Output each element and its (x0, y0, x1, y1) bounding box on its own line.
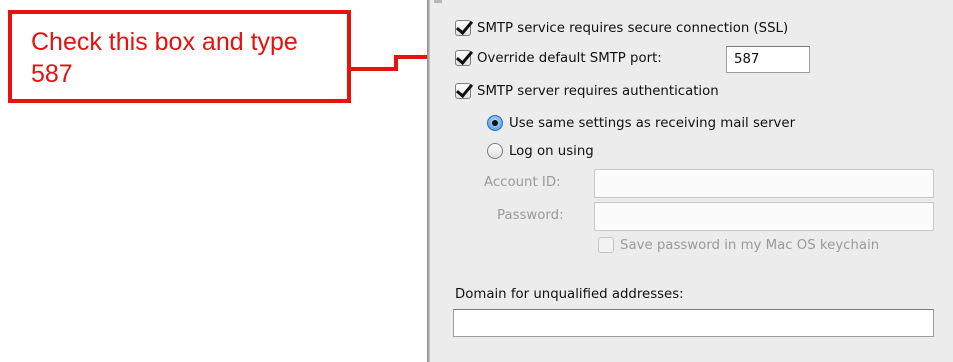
account-id-input[interactable] (594, 169, 934, 198)
save-password-label: Save password in my Mac OS keychain (620, 237, 880, 253)
domain-input[interactable] (453, 309, 934, 337)
domain-label: Domain for unqualified addresses: (455, 287, 684, 302)
radio-logon-using[interactable] (487, 143, 503, 159)
auth-checkbox[interactable] (455, 83, 471, 99)
override-port-row[interactable]: Override default SMTP port: (455, 50, 662, 66)
radio-same-settings[interactable] (487, 115, 503, 131)
ssl-checkbox-row[interactable]: SMTP service requires secure connection … (455, 20, 788, 36)
auth-label: SMTP server requires authentication (477, 83, 719, 99)
ssl-checkbox[interactable] (455, 20, 471, 36)
radio-logon-label: Log on using (509, 143, 594, 159)
save-password-checkbox[interactable] (598, 237, 614, 253)
panel-corner (434, 0, 442, 3)
auth-checkbox-row[interactable]: SMTP server requires authentication (455, 83, 719, 99)
radio-logon-row[interactable]: Log on using (487, 143, 594, 159)
override-port-checkbox[interactable] (455, 50, 471, 66)
smtp-port-input[interactable]: 587 (726, 46, 810, 73)
ssl-label: SMTP service requires secure connection … (477, 20, 789, 36)
override-port-label: Override default SMTP port: (477, 50, 662, 66)
save-password-row[interactable]: Save password in my Mac OS keychain (598, 237, 879, 253)
password-label: Password: (497, 208, 564, 223)
callout-arrow-icon (351, 51, 446, 71)
account-id-label: Account ID: (484, 175, 561, 190)
radio-same-settings-label: Use same settings as receiving mail serv… (509, 115, 796, 131)
radio-same-settings-row[interactable]: Use same settings as receiving mail serv… (487, 115, 795, 131)
password-input[interactable] (594, 202, 934, 231)
